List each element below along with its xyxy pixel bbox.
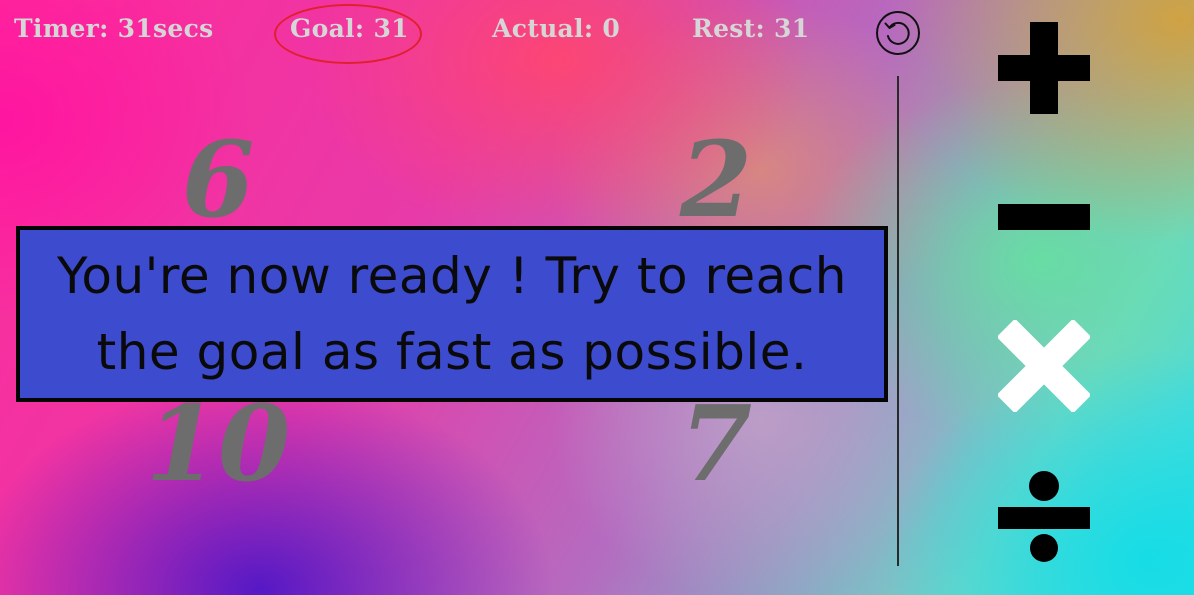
divide-button[interactable] [998,470,1090,562]
plus-button[interactable] [998,22,1090,114]
actual-display: Actual: 0 [492,14,621,43]
divide-icon [998,471,1090,562]
rest-display: Rest: 31 [692,14,810,43]
timer-display: Timer: 31secs [14,14,214,43]
reset-icon [876,11,920,55]
message-line-2: the goal as fast as possible. [96,323,808,381]
number-tile[interactable]: 6 [118,128,318,232]
ready-message-box: You're now ready ! Try to reach the goal… [16,226,888,402]
panel-divider [897,76,899,566]
times-button[interactable] [998,320,1090,412]
message-line-1: You're now ready ! Try to reach [57,247,847,305]
number-tile[interactable]: 7 [616,392,816,496]
number-tile[interactable]: 10 [118,392,318,496]
minus-button[interactable] [998,170,1090,262]
plus-icon [998,22,1090,114]
times-icon [998,320,1090,412]
reset-button[interactable] [875,10,921,56]
number-tile[interactable]: 2 [616,128,816,232]
minus-icon [998,204,1090,230]
goal-display: Goal: 31 [290,14,409,43]
